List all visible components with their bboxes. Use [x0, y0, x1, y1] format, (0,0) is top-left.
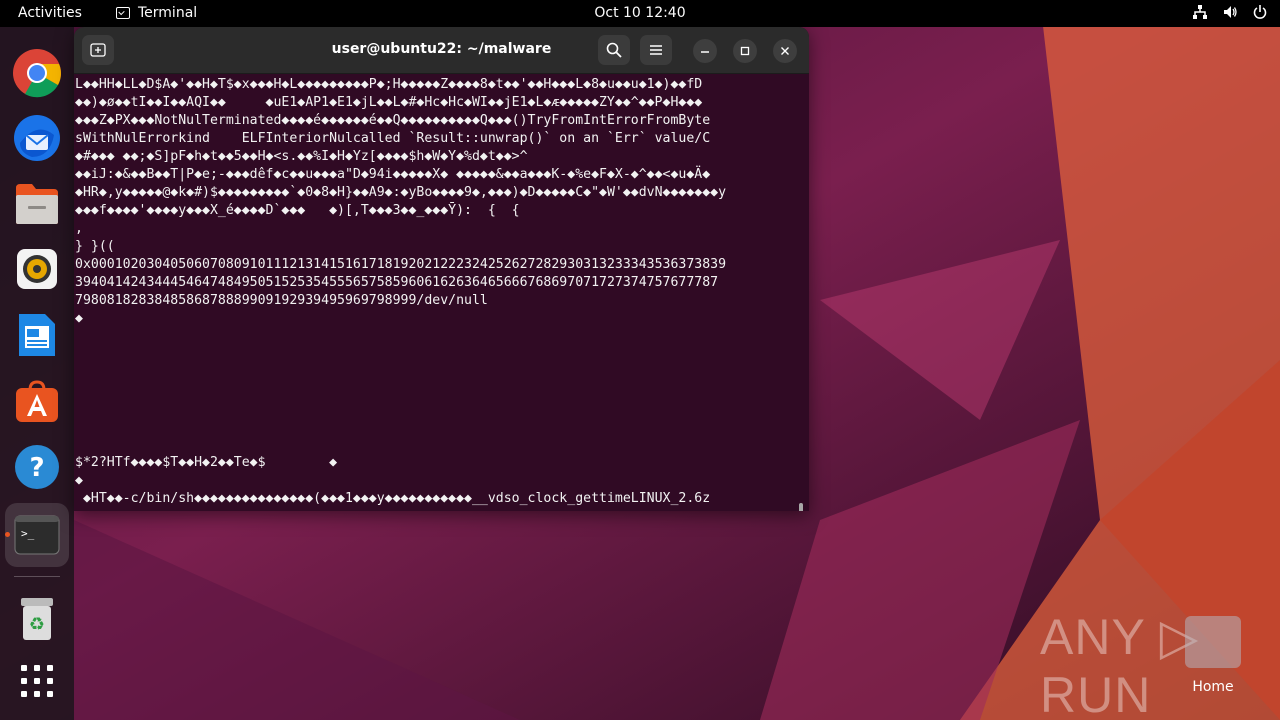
terminal-line: ◆ — [75, 311, 83, 326]
dock-item-terminal[interactable]: >_ — [5, 503, 69, 567]
network-icon — [1193, 5, 1207, 19]
dock-item-show-apps[interactable] — [5, 649, 69, 713]
dock-item-writer[interactable] — [5, 303, 69, 367]
activities-button[interactable]: Activities — [18, 5, 82, 21]
volume-icon — [1224, 6, 1237, 18]
terminal-output[interactable]: L◆◆HH◆LL◆D$A◆'◆◆H◆T$◆x◆◆◆H◆L◆◆◆◆◆◆◆◆◆P◆;… — [74, 73, 809, 511]
top-bar: Activities Terminal Oct 10 12:40 — [0, 0, 1280, 27]
terminal-line: 3940414243444546474849505152535455565758… — [75, 275, 719, 290]
trash-icon: ♻ — [21, 598, 53, 640]
help-icon: ? — [15, 445, 59, 489]
system-menu[interactable] — [1192, 4, 1268, 20]
rhythmbox-icon — [17, 249, 57, 289]
terminal-line: ◆◆iJ:◆&◆◆B◆◆T|P◆e;-◆◆◆dêf◆c◆◆u◆◆◆a"D◆94i… — [75, 167, 711, 182]
dock-item-thunderbird[interactable] — [5, 106, 69, 170]
dock-item-files[interactable] — [5, 172, 69, 236]
minimize-button[interactable] — [693, 39, 717, 63]
power-icon — [1253, 5, 1267, 19]
terminal-scrollbar[interactable] — [799, 503, 803, 511]
terminal-line: ◆◆)◆ø◆◆tI◆◆I◆◆AQI◆◆ ◆uE1◆AP1◆E1◆jL◆◆L◆#◆… — [75, 95, 703, 110]
maximize-icon — [740, 46, 750, 56]
new-tab-button[interactable] — [82, 35, 114, 65]
menu-button[interactable] — [640, 35, 672, 65]
minimize-icon — [701, 51, 709, 53]
software-icon — [16, 380, 58, 422]
dock: ? >_ ♻ — [0, 27, 74, 720]
clock[interactable]: Oct 10 12:40 — [594, 5, 685, 21]
svg-text:♻: ♻ — [29, 614, 45, 635]
terminal-line: ◆◆◆f◆◆◆◆'◆◆◆◆y◆◆◆X_é◆◆◆◆D`◆◆◆ ◆)[,T◆◆◆3◆… — [75, 203, 520, 218]
terminal-window[interactable]: user@ubuntu22: ~/malware L◆◆HH◆LL◆D$A◆'◆… — [74, 27, 809, 511]
terminal-line: ◆◆◆Z◆PX◆◆◆NotNulTerminated◆◆◆◆é◆◆◆◆◆◆é◆◆… — [75, 113, 711, 128]
dock-item-chrome[interactable] — [5, 41, 69, 105]
terminal-line: ◆HT◆◆-c/bin/sh◆◆◆◆◆◆◆◆◆◆◆◆◆◆◆(◆◆◆1◆◆◆y◆◆… — [75, 491, 711, 506]
home-folder-icon[interactable] — [1185, 616, 1241, 668]
terminal-line: $*2?HTf◆◆◆◆$T◆◆H◆2◆◆Te◆$ ◆ — [75, 455, 338, 470]
svg-text:?: ? — [29, 453, 44, 483]
app-grid-icon — [21, 665, 53, 697]
home-folder-label[interactable]: Home — [1183, 679, 1243, 695]
terminal-line: L◆◆HH◆LL◆D$A◆'◆◆H◆T$◆x◆◆◆H◆L◆◆◆◆◆◆◆◆◆P◆;… — [75, 77, 703, 92]
terminal-icon: >_ — [14, 515, 60, 555]
dock-item-help[interactable]: ? — [5, 435, 69, 499]
close-icon — [781, 47, 789, 55]
terminal-line: } }(( — [75, 239, 115, 254]
app-menu-label: Terminal — [138, 5, 198, 21]
running-indicator — [5, 532, 10, 537]
terminal-line: , — [75, 221, 83, 236]
hamburger-menu-icon — [650, 45, 662, 55]
dock-item-trash[interactable]: ♻ — [5, 587, 69, 651]
search-button[interactable] — [598, 35, 630, 65]
new-tab-icon — [90, 43, 106, 57]
app-menu[interactable]: Terminal — [116, 5, 197, 21]
terminal-icon-prompt: >_ — [21, 527, 35, 540]
terminal-line: ◆ — [75, 473, 83, 488]
anyrun-watermark: ANY ▷ RUN — [1040, 609, 1200, 720]
maximize-button[interactable] — [733, 39, 757, 63]
thunderbird-icon — [14, 115, 60, 161]
terminal-line: 0x00010203040506070809101112131415161718… — [75, 257, 727, 272]
terminal-line: 7980818283848586878889909192939495969798… — [75, 293, 488, 308]
terminal-app-icon — [116, 7, 130, 19]
files-icon — [16, 184, 58, 224]
terminal-line: ◆HR◆,y◆◆◆◆◆@◆k◆#)$◆◆◆◆◆◆◆◆◆`◆0◆8◆H}◆◆A9◆… — [75, 185, 727, 200]
terminal-header-bar[interactable]: user@ubuntu22: ~/malware — [74, 27, 809, 74]
dock-separator — [14, 576, 60, 577]
close-button[interactable] — [773, 39, 797, 63]
writer-icon — [19, 314, 55, 356]
chrome-icon — [13, 49, 61, 98]
search-icon — [606, 42, 622, 58]
dock-item-software[interactable] — [5, 369, 69, 433]
terminal-line: sWithNulErrorkind ELFInteriorNulcalled `… — [75, 131, 711, 146]
terminal-line: ◆#◆◆◆ ◆◆;◆S]pF◆h◆t◆◆5◆◆H◆<s.◆◆%I◆H◆Yz[◆◆… — [75, 149, 528, 164]
dock-item-rhythmbox[interactable] — [5, 237, 69, 301]
